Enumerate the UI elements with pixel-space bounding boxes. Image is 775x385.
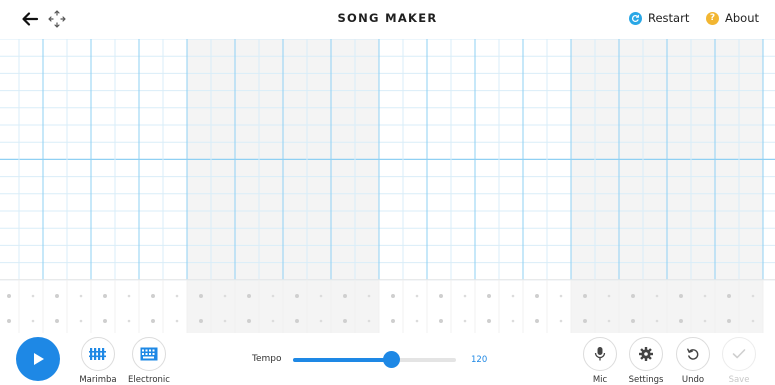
note-grid[interactable] (0, 39, 775, 333)
percussion-dot (583, 319, 587, 323)
percussion-dot (463, 294, 467, 298)
percussion-dot (367, 294, 371, 298)
percussion-dot (631, 319, 635, 323)
note-grid-canvas[interactable] (0, 39, 775, 333)
undo-icon (687, 348, 699, 360)
percussion-dot (247, 294, 251, 298)
tempo-slider-fill (293, 358, 391, 362)
microphone-icon (594, 347, 606, 361)
percussion-dot (679, 319, 683, 323)
percussion-dot (343, 319, 347, 323)
percussion-dot (295, 294, 299, 298)
percussion-dot (199, 294, 203, 298)
percussion-dot (655, 319, 659, 323)
percussion-dot (31, 319, 35, 323)
percussion-dot (415, 319, 419, 323)
percussion-dot (487, 319, 491, 323)
percussion-dot (55, 294, 59, 298)
percussion-dot (751, 294, 755, 298)
percussion-dot (103, 294, 107, 298)
gear-icon (639, 347, 653, 361)
about-label: About (725, 11, 760, 25)
refresh-icon (629, 11, 642, 25)
percussion-dot (31, 294, 35, 298)
percussion-dot (127, 294, 131, 298)
percussion-dot (271, 294, 275, 298)
percussion-dot (103, 319, 107, 323)
percussion-dot (247, 319, 251, 323)
tempo-slider[interactable] (293, 351, 456, 368)
percussion-dot (703, 319, 707, 323)
percussion-dot (319, 294, 323, 298)
percussion-dot (223, 294, 227, 298)
keyboard-icon (140, 347, 158, 361)
percussion-dot (271, 319, 275, 323)
question-icon: ? (706, 11, 719, 25)
marimba-icon (89, 348, 106, 360)
percussion-dot (391, 319, 395, 323)
tempo-value: 120 (471, 355, 488, 365)
check-icon (732, 349, 746, 359)
mic-button[interactable] (583, 337, 617, 371)
percussion-dot (727, 319, 731, 323)
percussion-dot (295, 319, 299, 323)
percussion-dot (7, 319, 11, 323)
percussion-dot (463, 319, 467, 323)
bottom-toolbar: Marimba Electronic Tempo 120 Mic Setting… (0, 333, 775, 385)
electronic-button[interactable] (132, 337, 166, 371)
percussion-dot (607, 294, 611, 298)
percussion-dot (151, 294, 155, 298)
percussion-dot (175, 319, 179, 323)
percussion-dot (583, 294, 587, 298)
marimba-button[interactable] (81, 337, 115, 371)
percussion-dot (175, 294, 179, 298)
percussion-dot (559, 319, 563, 323)
play-icon (34, 353, 44, 365)
percussion-dot (727, 294, 731, 298)
percussion-dot (511, 319, 515, 323)
percussion-dot (343, 294, 347, 298)
percussion-dot (151, 319, 155, 323)
percussion-dot (415, 294, 419, 298)
percussion-dot (487, 294, 491, 298)
restart-label: Restart (648, 11, 690, 25)
percussion-dot (127, 319, 131, 323)
percussion-dot (703, 294, 707, 298)
percussion-dot (391, 294, 395, 298)
tempo-label: Tempo (252, 354, 282, 364)
save-button[interactable] (722, 337, 756, 371)
percussion-dot (199, 319, 203, 323)
electronic-tool[interactable]: Electronic (117, 337, 181, 385)
percussion-dot (319, 319, 323, 323)
undo-button[interactable] (676, 337, 710, 371)
percussion-dot (535, 294, 539, 298)
percussion-dot (367, 319, 371, 323)
percussion-dot (223, 319, 227, 323)
percussion-dot (439, 294, 443, 298)
percussion-dot (751, 319, 755, 323)
percussion-dot (55, 319, 59, 323)
percussion-dot (7, 294, 11, 298)
percussion-dot (559, 294, 563, 298)
restart-button[interactable]: Restart (629, 11, 689, 25)
percussion-dot (607, 319, 611, 323)
tempo-slider-thumb[interactable] (382, 351, 400, 368)
header: SONG MAKER Restart ? About (0, 0, 775, 38)
percussion-dot (631, 294, 635, 298)
save-tool[interactable]: Save (707, 337, 771, 385)
percussion-dot (535, 319, 539, 323)
percussion-dot (655, 294, 659, 298)
percussion-dot (439, 319, 443, 323)
about-button[interactable]: ? About (706, 11, 759, 25)
play-button[interactable] (16, 337, 60, 381)
percussion-dot (511, 294, 515, 298)
percussion-dot (79, 294, 83, 298)
percussion-dot (679, 294, 683, 298)
percussion-dot (79, 319, 83, 323)
settings-button[interactable] (629, 337, 663, 371)
